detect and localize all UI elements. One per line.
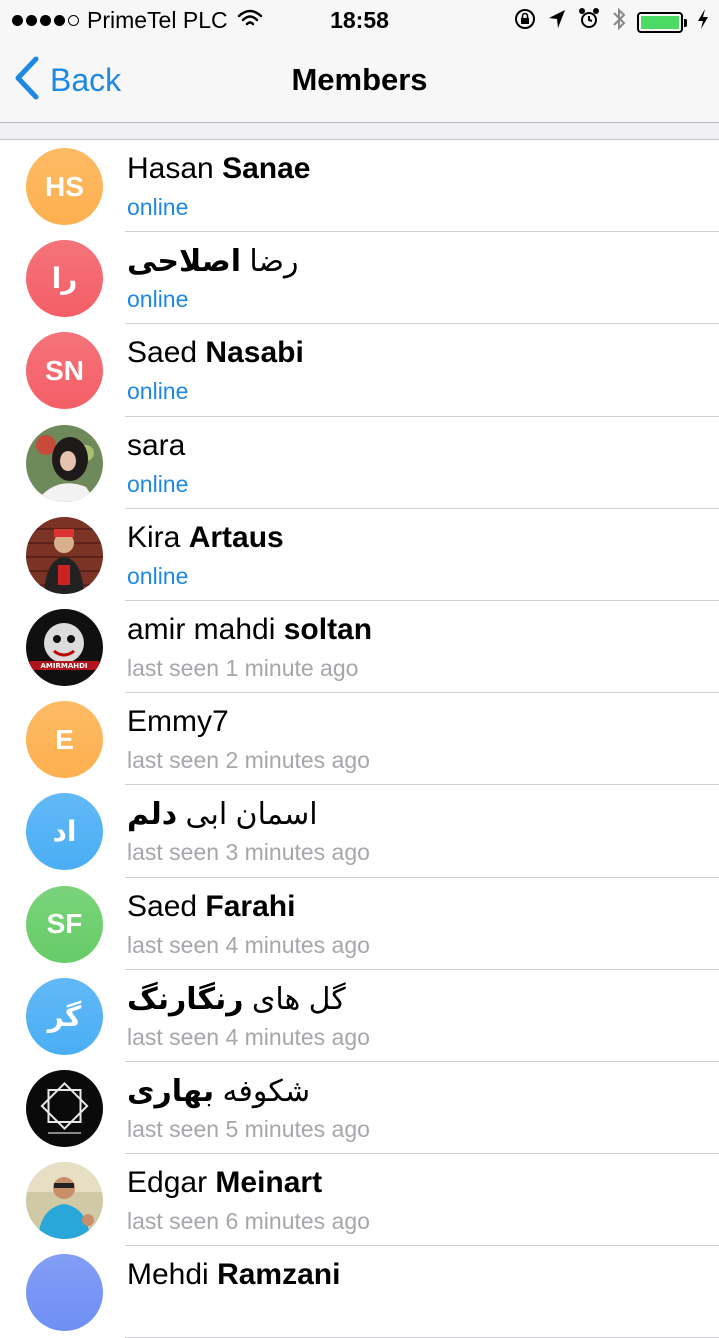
member-name: Mehdi Ramzani — [127, 1258, 340, 1292]
avatar: اد — [26, 793, 103, 871]
photo-avatar-amir: AMIRMAHDI — [26, 608, 103, 686]
member-status: online — [127, 194, 189, 220]
member-name: Saed Nasabi — [127, 336, 304, 370]
member-first-name: Hasan — [127, 152, 214, 185]
member-status: last seen 3 minutes ago — [127, 839, 370, 866]
member-first-name: Edgar — [127, 1166, 208, 1200]
photo-avatar-logo — [26, 1069, 103, 1147]
member-status: online — [127, 562, 189, 589]
member-first-name: Saed — [127, 889, 198, 923]
section-separator — [0, 123, 719, 140]
member-name: Saed Farahi — [127, 890, 295, 924]
member-status: online — [127, 286, 189, 313]
member-status: last seen 1 minute ago — [127, 654, 359, 681]
member-status: online — [127, 378, 189, 405]
member-last-name: Ramzani — [217, 1258, 341, 1292]
member-first-name: Saed — [127, 336, 198, 370]
member-row[interactable]: SF Saed Farahi last seen 4 minutes ago — [0, 878, 719, 970]
avatar: E — [26, 701, 103, 779]
member-name: Emmy7 — [127, 705, 229, 739]
member-name: amir mahdi soltan — [127, 613, 372, 647]
member-status: last seen 5 minutes ago — [127, 1115, 370, 1142]
avatar: SF — [26, 885, 103, 963]
page-title: Members — [291, 62, 428, 97]
member-row[interactable]: AMIRMAHDI amir mahdi soltan last seen 1 mi… — [0, 601, 719, 694]
members-list: HS Hasan Sanae online را رضا اصلاحی online SN S… — [0, 140, 719, 1338]
photo-avatar-edgar — [26, 1162, 103, 1240]
member-first-name: شکوفه — [222, 1074, 311, 1108]
rotation-lock-icon — [513, 7, 537, 37]
member-row[interactable]: گر گل های رنگارنگ last seen 4 minutes ago — [0, 970, 719, 1062]
member-name: Hasan Sanae — [127, 152, 310, 186]
member-name: اسمان ابی دلم — [127, 797, 318, 832]
avatar: را — [26, 240, 103, 318]
member-status: online — [127, 470, 189, 497]
member-row[interactable]: E Emmy7 last seen 2 minutes ago — [0, 693, 719, 786]
member-row[interactable]: Edgar Meinart last seen 6 minutes ago — [0, 1154, 719, 1247]
member-last-name: Nasabi — [205, 336, 304, 370]
member-row[interactable]: Kira Artaus online — [0, 509, 719, 601]
member-last-name: دلم — [127, 798, 178, 832]
member-first-name: Emmy7 — [127, 705, 229, 739]
member-row[interactable]: Mehdi Ramzani — [0, 1246, 719, 1338]
member-first-name: Mehdi — [127, 1258, 209, 1292]
member-name: Edgar Meinart — [127, 1166, 322, 1200]
member-row[interactable]: شکوفه بهاری last seen 5 minutes ago — [0, 1062, 719, 1155]
member-first-name: گل های — [251, 982, 346, 1016]
member-name: گل های رنگارنگ — [127, 982, 346, 1017]
status-indicators — [513, 6, 709, 38]
member-row[interactable]: SN Saed Nasabi online — [0, 324, 719, 417]
member-row[interactable]: را رضا اصلاحی online — [0, 232, 719, 325]
member-first-name: amir mahdi — [127, 612, 276, 646]
member-first-name: اسمان ابی — [185, 798, 318, 832]
member-status: last seen 4 minutes ago — [127, 931, 370, 958]
member-status: last seen 4 minutes ago — [127, 1023, 370, 1050]
member-status: last seen 2 minutes ago — [127, 747, 370, 774]
location-icon — [547, 8, 567, 36]
member-row[interactable]: HS Hasan Sanae online — [0, 140, 719, 233]
avatar: گر — [26, 977, 103, 1055]
member-last-name: رنگارنگ — [127, 982, 244, 1016]
avatar: SN — [26, 332, 103, 410]
member-last-name: بهاری — [127, 1074, 215, 1108]
bluetooth-icon — [611, 6, 627, 38]
navigation-bar: Back Members — [0, 40, 719, 123]
member-first-name: Kira — [127, 520, 181, 554]
member-last-name: soltan — [283, 612, 373, 646]
photo-avatar-kira — [26, 516, 103, 594]
member-first-name: رضا — [249, 245, 299, 279]
member-last-name: Meinart — [215, 1166, 323, 1200]
photo-avatar-sara — [26, 424, 103, 502]
charging-icon — [697, 8, 709, 36]
avatar: HS — [26, 148, 103, 225]
alarm-icon — [577, 7, 601, 37]
member-name: Kira Artaus — [127, 521, 284, 555]
member-status: last seen 6 minutes ago — [127, 1208, 370, 1235]
battery-icon — [637, 11, 687, 33]
member-row[interactable]: اد اسمان ابی دلم last seen 3 minutes ago — [0, 785, 719, 878]
avatar — [26, 1254, 103, 1332]
member-first-name: sara — [127, 428, 186, 462]
member-name: شکوفه بهاری — [127, 1074, 310, 1109]
member-last-name: Farahi — [205, 889, 296, 923]
member-last-name: Sanae — [222, 152, 311, 185]
member-last-name: اصلاحی — [127, 245, 242, 279]
member-name: sara — [127, 429, 185, 463]
member-row[interactable]: sara online — [0, 417, 719, 509]
member-last-name: Artaus — [188, 520, 284, 554]
svg-text:AMIRMAHDI: AMIRMAHDI — [40, 662, 87, 670]
status-bar: PrimeTel PLC 18:58 — [0, 0, 719, 40]
member-name: رضا اصلاحی — [127, 244, 298, 279]
